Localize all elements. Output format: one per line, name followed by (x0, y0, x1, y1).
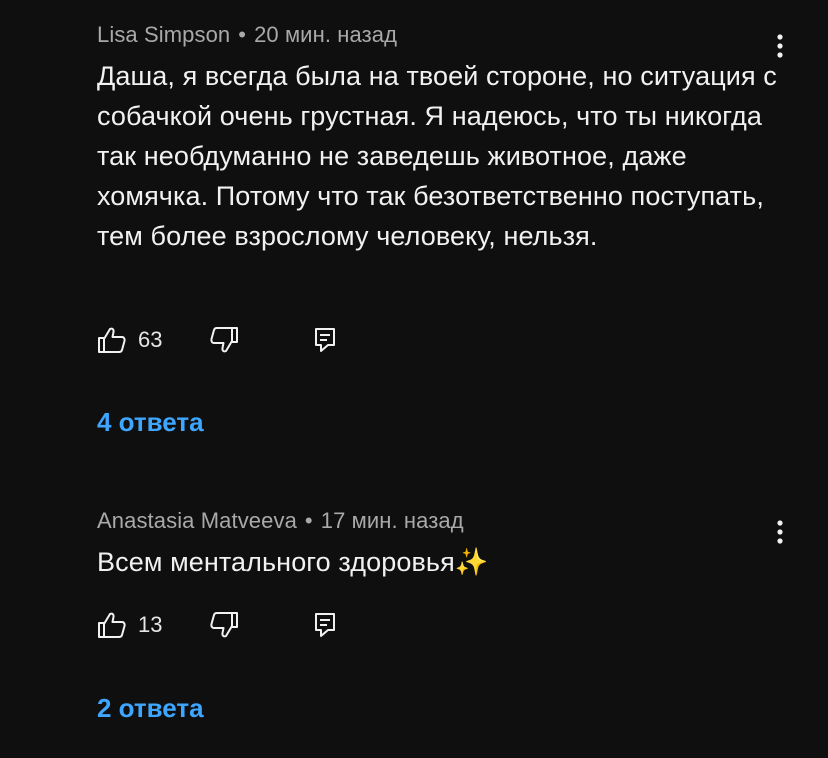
comment-text: Даша, я всегда была на твоей стороне, но… (97, 61, 777, 251)
comment-timestamp[interactable]: 17 мин. назад (321, 508, 464, 533)
thumbs-down-icon (210, 612, 238, 638)
thumbs-up-icon (98, 327, 126, 353)
meta-separator: • (304, 508, 313, 533)
comment-author[interactable]: Lisa Simpson (97, 22, 230, 47)
thumbs-up-icon (98, 612, 126, 638)
reply-comment-icon (315, 328, 335, 352)
reply-button[interactable] (313, 611, 337, 644)
sparkles-emoji: ✨ (454, 547, 489, 577)
like-count: 63 (138, 327, 163, 352)
thumbs-down-icon (210, 327, 238, 353)
like-button[interactable]: 13 (97, 611, 162, 639)
comment-author[interactable]: Anastasia Matveeva (97, 508, 297, 533)
view-replies-link[interactable]: 4 ответа (97, 407, 204, 438)
view-replies-link[interactable]: 2 ответа (97, 693, 204, 724)
comment-timestamp[interactable]: 20 мин. назад (254, 22, 397, 47)
comment-text-content: Всем ментального здоровья (97, 547, 455, 577)
comment-header: Anastasia Matveeva • 17 мин. назад (97, 508, 464, 534)
meta-separator: • (238, 22, 247, 47)
dislike-button[interactable] (209, 326, 239, 359)
reply-comment-icon (315, 613, 335, 637)
dislike-button[interactable] (209, 611, 239, 644)
like-count: 13 (138, 612, 163, 637)
comment-header: Lisa Simpson • 20 мин. назад (97, 22, 397, 48)
like-button[interactable]: 63 (97, 326, 162, 354)
reply-button[interactable] (313, 326, 337, 359)
comment-text: Всем ментального здоровья✨ (97, 542, 787, 582)
